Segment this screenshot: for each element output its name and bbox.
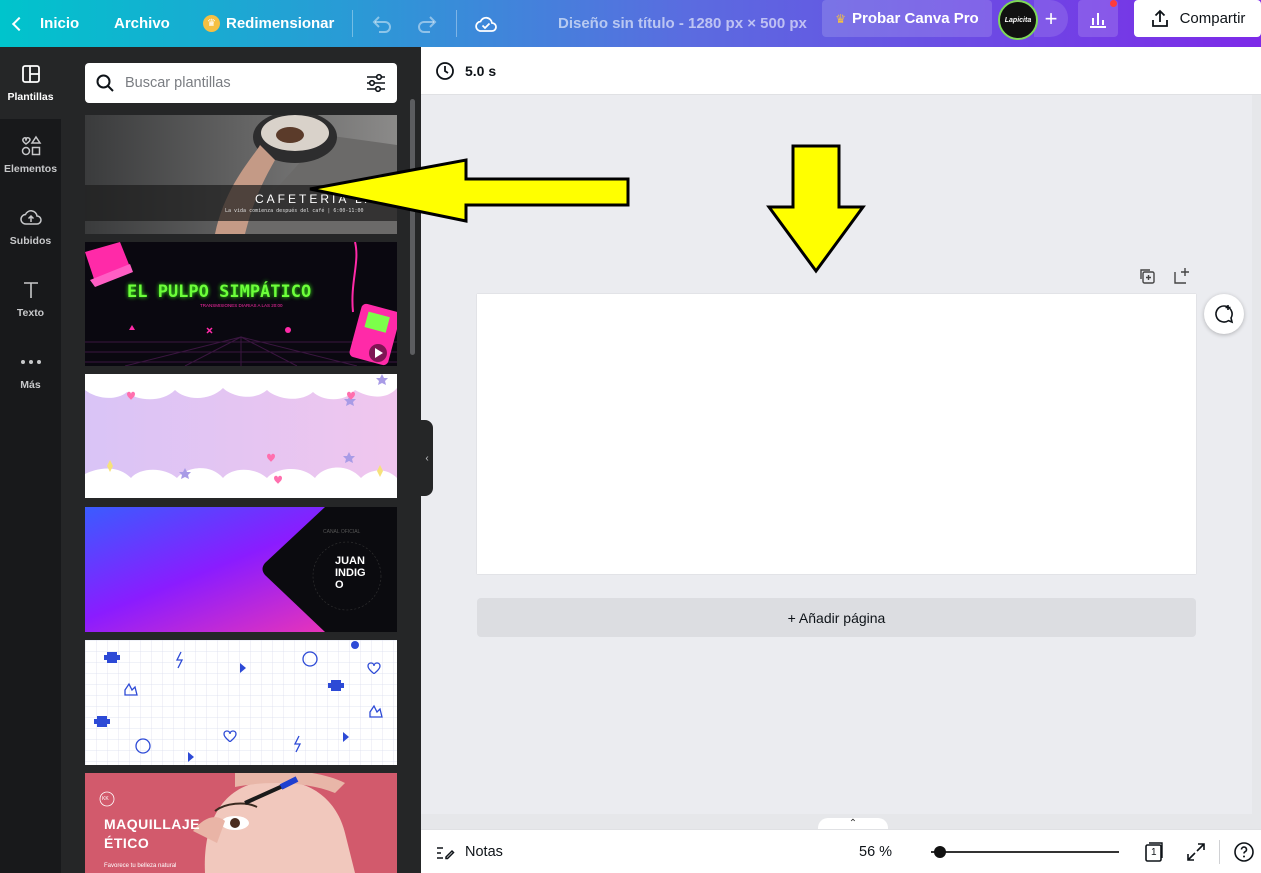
help-icon <box>1234 842 1254 862</box>
add-collaborator-button[interactable]: + <box>1034 0 1068 37</box>
try-pro-label: Probar Canva Pro <box>852 10 979 27</box>
rail-label: Elementos <box>3 163 58 175</box>
template-thumbnail <box>85 374 397 498</box>
home-label: Inicio <box>40 15 80 32</box>
rail-item-templates[interactable]: Plantillas <box>0 47 61 119</box>
template-card-pulpo[interactable]: EL PULPO SIMPÁTICO TRANSMISIONES DIARIAS… <box>85 242 397 366</box>
template-badge: KK <box>102 796 109 802</box>
add-page-button[interactable]: + Añadir página <box>477 598 1196 637</box>
bottom-divider <box>1219 840 1220 864</box>
fullscreen-button[interactable] <box>1185 841 1207 863</box>
template-subtitle: Favorece tu belleza natural <box>104 863 177 869</box>
template-subtitle: TRANSMISIONES DIARIAS A LAS 20:00 <box>200 303 283 308</box>
add-page-top-button[interactable] <box>1171 266 1193 286</box>
template-ring-text: CANAL OFICIAL <box>323 529 361 535</box>
rail-item-more[interactable]: Más <box>0 335 61 407</box>
annotation-arrow-left <box>309 158 630 223</box>
zoom-label: 56 % <box>859 844 893 860</box>
toolbar-divider <box>456 10 457 37</box>
home-button[interactable]: Inicio <box>8 0 79 47</box>
notes-label: Notas <box>465 844 503 860</box>
resize-label: Redimensionar <box>226 15 335 32</box>
avatar[interactable]: Lapicita <box>998 0 1038 40</box>
share-label: Compartir <box>1179 10 1246 27</box>
help-button[interactable] <box>1233 841 1255 863</box>
design-title[interactable]: Diseño sin título - 1280 px × 500 px <box>558 0 807 47</box>
add-page-icon <box>1174 268 1189 284</box>
avatar-text: Lapicita <box>1004 16 1032 24</box>
filter-sliders-icon[interactable] <box>365 73 387 93</box>
upload-cloud-icon <box>19 207 42 229</box>
bottom-bar: Notas 56 % 1 <box>421 829 1261 873</box>
templates-icon <box>20 63 42 85</box>
rail-item-uploads[interactable]: Subidos <box>0 191 61 263</box>
side-rail: Plantillas Elementos Subidos Texto Más <box>0 47 61 873</box>
page-count-text: 1 <box>1151 847 1157 858</box>
template-thumbnail <box>85 640 397 765</box>
template-search[interactable] <box>85 63 397 103</box>
template-card-juan-indigo[interactable]: JUAN INDIG O CANAL OFICIAL <box>85 507 397 632</box>
redo-button[interactable] <box>417 0 439 47</box>
elements-icon <box>20 135 42 157</box>
design-page[interactable] <box>477 294 1196 574</box>
add-comment-button[interactable] <box>1204 294 1244 334</box>
template-card-clouds[interactable] <box>85 374 397 498</box>
crown-icon: ♛ <box>203 15 220 32</box>
share-button[interactable]: Compartir <box>1134 0 1261 37</box>
rail-item-text[interactable]: Texto <box>0 263 61 335</box>
notes-pencil-icon <box>437 847 455 860</box>
resize-button[interactable]: ♛ Redimensionar <box>203 0 334 47</box>
notification-dot <box>1110 0 1117 7</box>
rail-item-elements[interactable]: Elementos <box>0 119 61 191</box>
duplicate-page-button[interactable] <box>1136 266 1158 286</box>
more-dots-icon <box>20 351 42 373</box>
zoom-slider-handle[interactable] <box>934 846 947 858</box>
chevron-left-icon: ‹ <box>425 452 429 464</box>
crown-icon: ♛ <box>835 11 847 26</box>
design-title-text: Diseño sin título - 1280 px × 500 px <box>558 15 807 32</box>
pages-count-button[interactable]: 1 <box>1143 841 1165 863</box>
duration-label[interactable]: 5.0 s <box>465 63 496 79</box>
zoom-percentage[interactable]: 56 % <box>859 830 892 873</box>
rail-label: Subidos <box>9 235 52 247</box>
template-title: MAQUILLAJE ÉTICO <box>104 816 200 851</box>
chevron-left-icon <box>11 16 27 31</box>
duplicate-icon <box>1140 269 1155 284</box>
template-card-maquillaje[interactable]: KK MAQUILLAJE ÉTICO Favorece tu belleza … <box>85 773 397 873</box>
top-toolbar: Inicio Archivo ♛ Redimensionar Diseño si… <box>0 0 1261 47</box>
text-icon <box>20 279 42 301</box>
file-menu-button[interactable]: Archivo <box>114 0 170 47</box>
undo-icon <box>372 15 391 33</box>
cloud-check-icon <box>475 16 497 32</box>
rail-label: Más <box>20 379 41 391</box>
toolbar-divider <box>352 10 353 37</box>
rail-label: Texto <box>16 307 45 319</box>
rail-label: Plantillas <box>7 91 54 103</box>
video-play-icon <box>369 344 387 362</box>
expand-icon <box>1187 843 1205 861</box>
template-title: EL PULPO SIMPÁTICO <box>127 282 312 302</box>
file-menu-label: Archivo <box>114 15 170 32</box>
redo-icon <box>418 15 437 33</box>
notes-button[interactable]: Notas <box>435 830 503 873</box>
try-pro-button[interactable]: ♛ Probar Canva Pro <box>822 0 992 37</box>
zoom-slider-track[interactable] <box>931 851 1119 853</box>
bar-chart-icon <box>1090 12 1106 28</box>
template-card-doodles[interactable] <box>85 640 397 765</box>
clock-icon[interactable] <box>435 61 455 81</box>
template-title: JUAN INDIG O <box>335 555 366 591</box>
save-status-button[interactable] <box>474 0 498 47</box>
search-input[interactable] <box>125 75 355 91</box>
search-icon <box>96 74 114 92</box>
canvas-option-bar: 5.0 s <box>421 47 1261 95</box>
annotation-arrow-down <box>766 144 866 274</box>
collapse-panel-button[interactable]: ‹ <box>421 420 433 496</box>
canvas-vertical-scrollbar[interactable] <box>1252 95 1261 815</box>
undo-button[interactable] <box>370 0 392 47</box>
panel-scrollbar[interactable] <box>410 99 415 355</box>
plus-icon: + <box>1044 5 1058 31</box>
share-upload-icon <box>1151 9 1168 27</box>
comment-add-icon <box>1215 305 1234 324</box>
